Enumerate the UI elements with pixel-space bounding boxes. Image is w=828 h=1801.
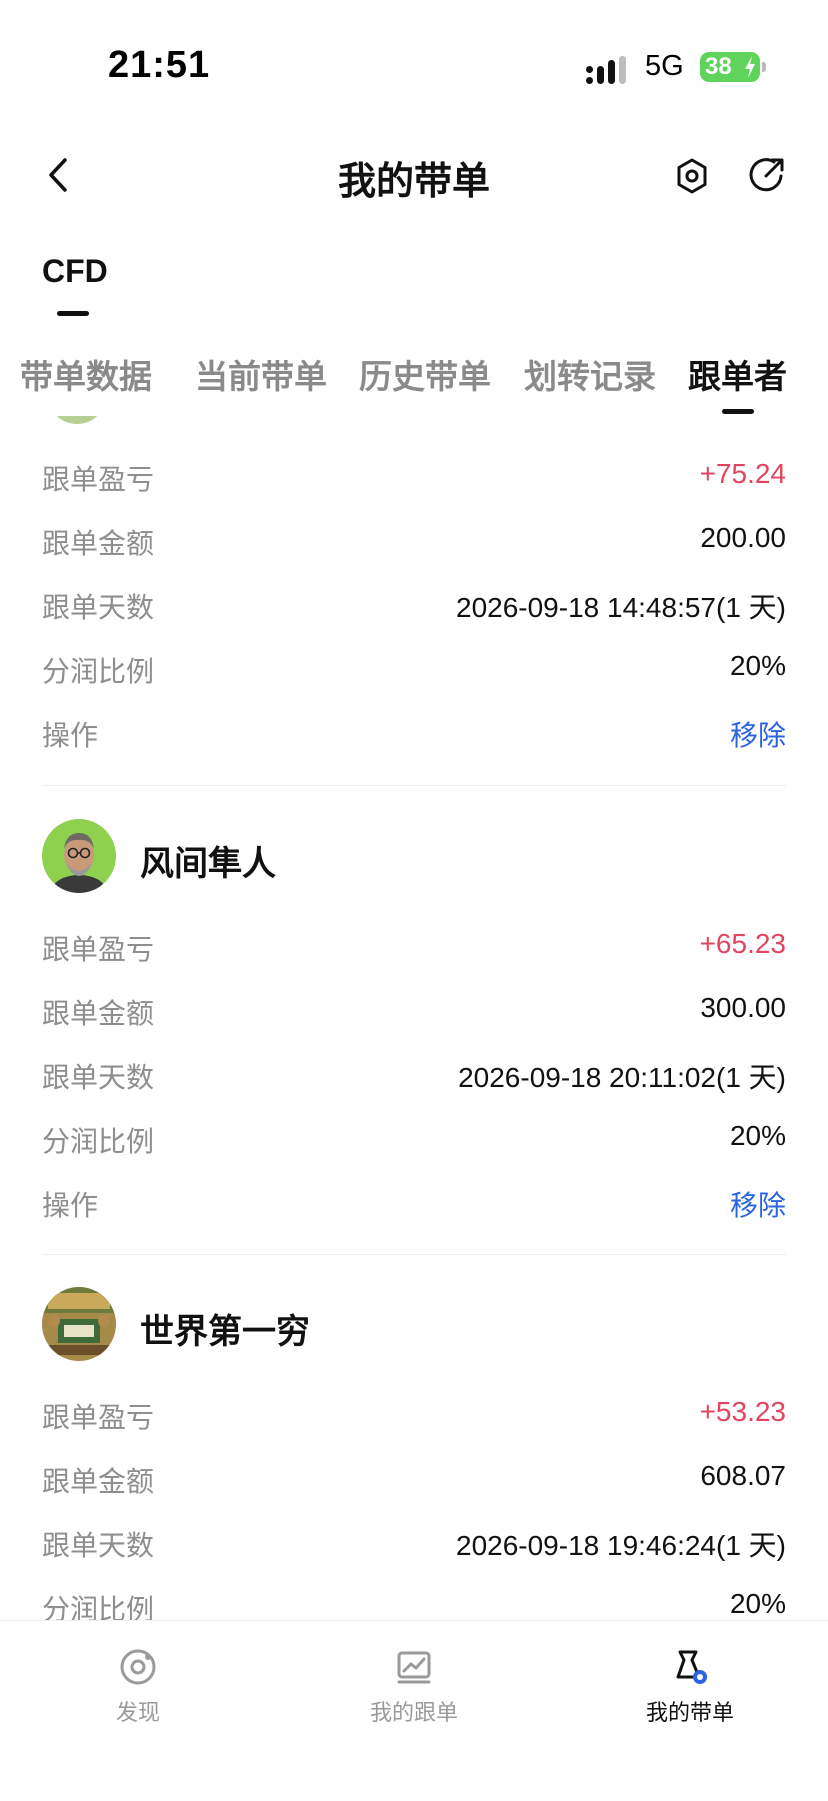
remove-button[interactable]: 移除 xyxy=(730,714,786,754)
tab-bar: 带单数据 当前带单 历史带单 划转记录 跟单者 xyxy=(0,346,828,416)
bottom-nav-my-follow[interactable]: 我的跟单 xyxy=(334,1647,494,1727)
days-label: 跟单天数 xyxy=(42,1530,155,1561)
amount-label: 跟单金额 xyxy=(42,1466,155,1497)
tab-lead-data[interactable]: 带单数据 xyxy=(20,350,152,398)
chart-icon xyxy=(394,1647,434,1687)
divider xyxy=(42,785,786,786)
pnl-label: 跟单盈亏 xyxy=(42,934,155,965)
tab-history-lead[interactable]: 历史带单 xyxy=(359,350,491,398)
battery-level: 38 xyxy=(705,53,732,80)
network-label: 5G xyxy=(645,50,684,82)
avatar xyxy=(42,819,116,893)
avatar xyxy=(42,1287,116,1361)
status-time: 21:51 xyxy=(108,44,211,86)
signal-icon xyxy=(586,56,630,84)
follower-list: 跟单盈亏 +75.24 跟单金额 200.00 跟单天数 2026-09-18 … xyxy=(0,416,828,1620)
share-value: 20% xyxy=(729,650,786,681)
status-bar: 21:51 5G 38 xyxy=(0,0,828,130)
tab-followers[interactable]: 跟单者 xyxy=(688,350,787,398)
bottom-nav-my-lead[interactable]: 我的带单 xyxy=(610,1647,770,1727)
share-label: 分润比例 xyxy=(42,1594,155,1620)
follower-name: 风间隼人 xyxy=(140,845,276,883)
share-label: 分润比例 xyxy=(42,656,155,687)
bottom-nav-label: 我的带单 xyxy=(645,1700,734,1725)
bottom-nav: 发现 我的跟单 我的带单 xyxy=(0,1620,828,1801)
amount-value: 608.07 xyxy=(700,1460,786,1491)
follower-name: 世界第一穷 xyxy=(140,1313,310,1351)
tab-underline xyxy=(722,409,754,414)
action-label: 操作 xyxy=(42,720,99,751)
pnl-label: 跟单盈亏 xyxy=(42,1402,155,1433)
days-label: 跟单天数 xyxy=(42,592,155,623)
settings-hexagon-icon xyxy=(677,158,707,194)
days-label: 跟单天数 xyxy=(42,1062,155,1093)
bottom-nav-label: 我的跟单 xyxy=(369,1700,458,1725)
settings-button[interactable] xyxy=(670,154,714,198)
pnl-label: 跟单盈亏 xyxy=(42,464,155,495)
share-icon xyxy=(749,158,784,192)
battery-icon: 38 xyxy=(700,52,760,82)
share-value: 20% xyxy=(729,1120,786,1151)
divider xyxy=(42,1254,786,1255)
pnl-value: +65.23 xyxy=(699,928,786,959)
category-tab-cfd[interactable]: CFD xyxy=(42,253,108,290)
category-underline xyxy=(57,311,89,316)
action-label: 操作 xyxy=(42,1190,99,1221)
days-value: 2026-09-18 20:11:02(1 天) xyxy=(458,1062,786,1093)
amount-label: 跟单金额 xyxy=(42,998,155,1029)
remove-button[interactable]: 移除 xyxy=(730,1184,786,1224)
discover-icon xyxy=(118,1647,158,1687)
share-button[interactable] xyxy=(744,154,788,198)
battery-cap xyxy=(762,62,766,72)
nav-bar: 我的带单 xyxy=(0,130,828,220)
flask-icon xyxy=(670,1647,710,1687)
days-value: 2026-09-18 19:46:24(1 天) xyxy=(456,1530,786,1561)
tab-transfer-records[interactable]: 划转记录 xyxy=(524,350,656,398)
days-value: 2026-09-18 14:48:57(1 天) xyxy=(456,592,786,623)
tab-current-lead[interactable]: 当前带单 xyxy=(195,350,327,398)
pnl-value: +75.24 xyxy=(699,458,786,489)
share-value: 20% xyxy=(729,1588,786,1619)
pnl-value: +53.23 xyxy=(699,1396,786,1427)
share-label: 分润比例 xyxy=(42,1126,155,1157)
bottom-nav-discover[interactable]: 发现 xyxy=(58,1647,218,1727)
amount-value: 200.00 xyxy=(700,522,786,553)
bottom-nav-label: 发现 xyxy=(115,1700,160,1725)
avatar xyxy=(50,416,104,424)
amount-value: 300.00 xyxy=(700,992,786,1023)
amount-label: 跟单金额 xyxy=(42,528,155,559)
